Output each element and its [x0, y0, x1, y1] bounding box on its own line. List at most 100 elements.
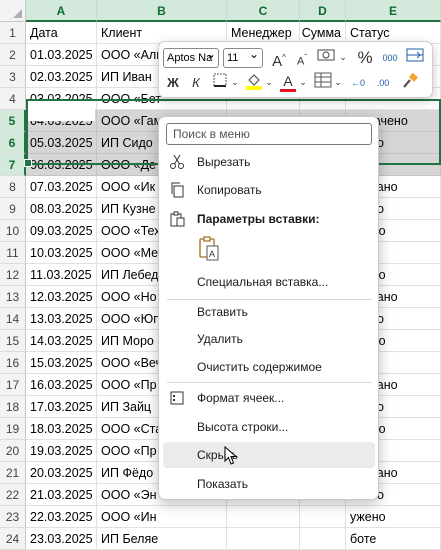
row-header[interactable]: 19 — [0, 418, 26, 440]
row-header[interactable]: 7 — [0, 154, 26, 176]
wrap-merge-button[interactable] — [403, 47, 427, 69]
row-header[interactable]: 22 — [0, 484, 26, 506]
context-menu: Поиск в меню Вырезать Копировать Парамет… — [158, 116, 379, 500]
font-name-select[interactable]: Aptos Na — [163, 48, 219, 68]
row-header[interactable]: 3 — [0, 66, 26, 88]
column-header-a[interactable]: A — [26, 0, 97, 22]
increase-font-size-button[interactable]: A^ — [269, 47, 289, 70]
column-header-d[interactable]: D — [300, 0, 346, 22]
paste-option-button[interactable]: A — [196, 235, 222, 263]
bold-button[interactable]: Ж — [163, 72, 183, 94]
row-header[interactable]: 24 — [0, 528, 26, 550]
italic-button[interactable]: К — [186, 72, 206, 94]
row-header[interactable]: 17 — [0, 374, 26, 396]
cell-b[interactable]: ООО «Ин — [97, 506, 227, 528]
cell-e[interactable]: боте — [346, 528, 441, 550]
cell-a[interactable]: 04.03.2025 — [26, 110, 97, 132]
decrease-decimal-button[interactable]: ←0 — [347, 72, 369, 94]
cell-a[interactable]: 06.03.2025 — [26, 154, 97, 176]
cell-a[interactable]: 12.03.2025 — [26, 286, 97, 308]
cell-d[interactable] — [300, 528, 346, 550]
row-header[interactable]: 11 — [0, 242, 26, 264]
row-header[interactable]: 8 — [0, 176, 26, 198]
cell-a[interactable]: 20.03.2025 — [26, 462, 97, 484]
row-header[interactable]: 2 — [0, 44, 26, 66]
cell-d[interactable] — [300, 506, 346, 528]
merge-icon — [406, 48, 424, 62]
cell-a[interactable]: 19.03.2025 — [26, 440, 97, 462]
cell-a[interactable]: 17.03.2025 — [26, 396, 97, 418]
cell-a[interactable]: 02.03.2025 — [26, 66, 97, 88]
cell-a[interactable]: 13.03.2025 — [26, 308, 97, 330]
cell-a[interactable]: 01.03.2025 — [26, 44, 97, 66]
cell-a[interactable]: 07.03.2025 — [26, 176, 97, 198]
menu-item-paste-special[interactable]: Специальная вставка... — [163, 269, 375, 295]
font-color-dropdown-icon[interactable]: ⌄ — [299, 71, 307, 93]
cell-a[interactable]: 08.03.2025 — [26, 198, 97, 220]
menu-item-unhide[interactable]: Показать — [163, 471, 375, 497]
row-header[interactable]: 16 — [0, 352, 26, 374]
menu-item-cut[interactable]: Вырезать — [163, 149, 375, 175]
borders-button[interactable] — [209, 72, 231, 94]
select-all-corner[interactable] — [0, 0, 26, 22]
menu-item-delete[interactable]: Удалить — [163, 326, 375, 352]
menu-item-insert[interactable]: Вставить — [163, 299, 375, 325]
font-color-button[interactable]: А — [277, 70, 299, 92]
row-header[interactable]: 21 — [0, 462, 26, 484]
currency-dropdown-icon[interactable]: ⌄ — [338, 46, 348, 68]
cell-a[interactable]: 11.03.2025 — [26, 264, 97, 286]
cell-a[interactable]: 05.03.2025 — [26, 132, 97, 154]
currency-format-button[interactable] — [315, 47, 337, 69]
increase-decimal-button[interactable]: .00 — [372, 72, 394, 94]
row-header[interactable]: 20 — [0, 440, 26, 462]
format-dropdown-icon[interactable]: ⌄ — [334, 71, 342, 93]
fill-color-button[interactable] — [243, 72, 265, 94]
cell-c[interactable] — [227, 528, 300, 550]
menu-item-row-height-label: Высота строки... — [197, 420, 289, 434]
column-header-b[interactable]: B — [97, 0, 227, 22]
decrease-font-size-button[interactable]: Aˇ — [292, 47, 312, 69]
menu-item-row-height[interactable]: Высота строки... — [163, 414, 375, 440]
menu-item-clear-contents[interactable]: Очистить содержимое — [163, 354, 375, 380]
cell-a[interactable]: 15.03.2025 — [26, 352, 97, 374]
cell-b[interactable]: ИП Беляе — [97, 528, 227, 550]
row-header[interactable]: 23 — [0, 506, 26, 528]
borders-dropdown-icon[interactable]: ⌄ — [231, 71, 239, 93]
cell-a[interactable]: 03.03.2025 — [26, 88, 97, 110]
cell-a[interactable]: 10.03.2025 — [26, 242, 97, 264]
fill-color-dropdown-icon[interactable]: ⌄ — [265, 71, 273, 93]
column-header-c[interactable]: C — [227, 0, 300, 22]
row-header[interactable]: 14 — [0, 308, 26, 330]
cell-c[interactable] — [227, 506, 300, 528]
menu-item-hide[interactable]: Скрыть — [163, 442, 375, 468]
row-header[interactable]: 12 — [0, 264, 26, 286]
menu-item-insert-label: Вставить — [197, 305, 248, 319]
row-header[interactable]: 5 — [0, 110, 26, 132]
cell-a[interactable]: 14.03.2025 — [26, 330, 97, 352]
cell-a[interactable]: 23.03.2025 — [26, 528, 97, 550]
cell-a[interactable]: 18.03.2025 — [26, 418, 97, 440]
row-header[interactable]: 18 — [0, 396, 26, 418]
row-header[interactable]: 4 — [0, 88, 26, 110]
cell-a[interactable]: Дата — [26, 22, 97, 44]
menu-search-input[interactable]: Поиск в меню — [166, 123, 372, 145]
row-header[interactable]: 6 — [0, 132, 26, 154]
row-header[interactable]: 10 — [0, 220, 26, 242]
menu-item-copy[interactable]: Копировать — [163, 177, 375, 203]
cell-a[interactable]: 21.03.2025 — [26, 484, 97, 506]
row-header[interactable]: 1 — [0, 22, 26, 44]
percent-style-button[interactable]: % — [354, 47, 376, 69]
cell-a[interactable]: 16.03.2025 — [26, 374, 97, 396]
font-size-select[interactable]: 11 — [223, 45, 263, 68]
menu-item-format-cells[interactable]: Формат ячеек... — [163, 385, 375, 411]
format-cells-mini-button[interactable] — [312, 72, 334, 94]
comma-style-button[interactable]: 000 — [379, 47, 401, 69]
column-header-e[interactable]: E — [346, 0, 441, 22]
cell-e[interactable]: ужено — [346, 506, 441, 528]
row-header[interactable]: 15 — [0, 330, 26, 352]
row-header[interactable]: 13 — [0, 286, 26, 308]
row-header[interactable]: 9 — [0, 198, 26, 220]
cell-a[interactable]: 09.03.2025 — [26, 220, 97, 242]
format-painter-button[interactable] — [399, 72, 421, 94]
cell-a[interactable]: 22.03.2025 — [26, 506, 97, 528]
